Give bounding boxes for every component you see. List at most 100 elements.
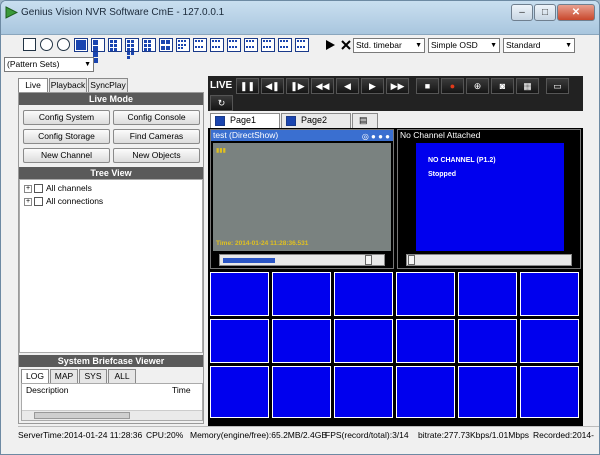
channel-cell[interactable] bbox=[210, 272, 269, 316]
channel-cell[interactable] bbox=[458, 319, 517, 363]
layout-6-icon[interactable] bbox=[108, 38, 122, 52]
info-icon[interactable] bbox=[40, 38, 53, 51]
column-header-description[interactable]: Description bbox=[26, 385, 69, 395]
camera-1-slider[interactable] bbox=[219, 254, 385, 266]
column-header-time[interactable]: Time bbox=[172, 385, 191, 395]
tab-map[interactable]: MAP bbox=[50, 369, 78, 383]
scrollbar-thumb[interactable] bbox=[34, 412, 130, 419]
layout-16-icon[interactable] bbox=[176, 38, 190, 52]
layout-48-icon[interactable] bbox=[261, 38, 275, 52]
camera-2-slider[interactable] bbox=[406, 254, 572, 266]
channel-cell[interactable] bbox=[272, 272, 331, 316]
expand-icon[interactable]: + bbox=[24, 197, 32, 206]
camera-status-icons[interactable]: ◎ ● ● ● bbox=[362, 131, 390, 142]
pause-icon[interactable]: ❚❚ bbox=[236, 78, 259, 94]
channel-cell[interactable] bbox=[272, 319, 331, 363]
channel-cell[interactable] bbox=[396, 366, 455, 418]
camera-title-bar: No Channel Attached bbox=[398, 130, 580, 141]
help-icon[interactable] bbox=[57, 38, 70, 51]
tab-all[interactable]: ALL bbox=[108, 369, 136, 383]
layout-9-icon[interactable] bbox=[125, 38, 139, 59]
new-page-tab[interactable]: ▤ bbox=[352, 113, 378, 128]
page-tabs: Page1 Page2 ▤ bbox=[208, 111, 583, 128]
settings-icon[interactable]: ▭ bbox=[546, 78, 569, 94]
layout-36-icon[interactable] bbox=[244, 38, 258, 52]
tab-page2[interactable]: Page2 bbox=[281, 113, 351, 128]
config-storage-button[interactable]: Config Storage bbox=[23, 129, 110, 144]
zoom-icon[interactable]: ⊕ bbox=[466, 78, 489, 94]
layout-20-icon[interactable] bbox=[193, 38, 207, 52]
reverse-play-icon[interactable]: ◀ bbox=[336, 78, 359, 94]
chevron-down-icon: ▼ bbox=[415, 42, 422, 49]
play-icon[interactable] bbox=[325, 40, 335, 50]
slider-handle[interactable] bbox=[408, 255, 415, 265]
tab-sys[interactable]: SYS bbox=[79, 369, 107, 383]
channel-cell[interactable] bbox=[396, 319, 455, 363]
layout-10-icon[interactable] bbox=[142, 38, 156, 52]
tab-page1[interactable]: Page1 bbox=[210, 113, 280, 128]
tree-view-header: Tree View bbox=[19, 167, 203, 179]
channel-cell[interactable] bbox=[334, 366, 393, 418]
channel-cell[interactable] bbox=[520, 272, 579, 316]
stop-x-icon[interactable] bbox=[341, 40, 351, 50]
app-window: Genius Vision NVR Software CmE - 127.0.0… bbox=[0, 0, 600, 455]
step-back-icon[interactable]: ◀❚ bbox=[261, 78, 284, 94]
maximize-button[interactable]: □ bbox=[534, 4, 556, 21]
camera-video[interactable]: ▮▮▮ Time: 2014-01-24 11:28:36.531 bbox=[213, 143, 391, 251]
camera-view-1[interactable]: test (DirectShow) ◎ ● ● ● ▮▮▮ Time: 2014… bbox=[210, 129, 394, 269]
layout-25-icon[interactable] bbox=[210, 38, 224, 52]
channel-cell[interactable] bbox=[520, 319, 579, 363]
find-cameras-button[interactable]: Find Cameras bbox=[113, 129, 200, 144]
new-objects-button[interactable]: New Objects bbox=[113, 148, 200, 163]
close-button[interactable]: ✕ bbox=[557, 4, 595, 21]
playback-controls: LIVE ❚❚ ◀❚ ❚▶ ◀◀ ◀ ▶ ▶▶ ■ ● ⊕ ◙ ▦ ▭ ↻ bbox=[208, 76, 583, 111]
person-icon[interactable] bbox=[23, 38, 36, 51]
layout-64-icon[interactable] bbox=[278, 38, 292, 52]
channel-cell[interactable] bbox=[334, 319, 393, 363]
pattern-select[interactable]: (Pattern Sets) ▼ bbox=[4, 57, 94, 72]
rewind-icon[interactable]: ◀◀ bbox=[311, 78, 334, 94]
live-mode-header: Live Mode bbox=[19, 93, 203, 105]
expand-icon[interactable]: + bbox=[24, 184, 32, 193]
layout-13-icon[interactable] bbox=[159, 38, 173, 52]
minimize-button[interactable]: – bbox=[511, 4, 533, 21]
channel-cell[interactable] bbox=[272, 366, 331, 418]
tab-playback[interactable]: Playback bbox=[49, 78, 87, 93]
layout-custom-icon[interactable] bbox=[295, 38, 309, 52]
config-system-button[interactable]: Config System bbox=[23, 110, 110, 125]
mode-select[interactable]: Standard ▼ bbox=[503, 38, 575, 53]
new-channel-button[interactable]: New Channel bbox=[23, 148, 110, 163]
channel-cell[interactable] bbox=[210, 319, 269, 363]
channel-cell[interactable] bbox=[458, 272, 517, 316]
channel-cell[interactable] bbox=[334, 272, 393, 316]
mode-value: Standard bbox=[506, 40, 541, 50]
tree-item-all-channels[interactable]: + All channels bbox=[24, 182, 92, 194]
snapshot-icon[interactable]: ◙ bbox=[491, 78, 514, 94]
channel-cell[interactable] bbox=[396, 272, 455, 316]
fast-forward-icon[interactable]: ▶▶ bbox=[386, 78, 409, 94]
tab-log[interactable]: LOG bbox=[21, 369, 49, 383]
timebar-select[interactable]: Std. timebar ▼ bbox=[353, 38, 425, 53]
forward-play-icon[interactable]: ▶ bbox=[361, 78, 384, 94]
step-forward-icon[interactable]: ❚▶ bbox=[286, 78, 309, 94]
chevron-down-icon: ▼ bbox=[84, 61, 91, 68]
record-icon[interactable]: ● bbox=[441, 78, 464, 94]
channel-cell[interactable] bbox=[520, 366, 579, 418]
layout-4-icon[interactable] bbox=[91, 38, 105, 63]
refresh-icon[interactable]: ↻ bbox=[210, 95, 233, 111]
layout-1-icon[interactable] bbox=[74, 38, 88, 52]
slider-handle[interactable] bbox=[365, 255, 372, 265]
stop-icon[interactable]: ■ bbox=[416, 78, 439, 94]
folder-icon bbox=[34, 197, 43, 207]
camera-view-2[interactable]: No Channel Attached NO CHANNEL (P1.2) St… bbox=[397, 129, 581, 269]
channel-cell[interactable] bbox=[458, 366, 517, 418]
channel-cell[interactable] bbox=[210, 366, 269, 418]
tree-item-all-connections[interactable]: + All connections bbox=[24, 195, 103, 207]
camera-title: No Channel Attached bbox=[400, 130, 481, 140]
config-console-button[interactable]: Config Console bbox=[113, 110, 200, 125]
osd-select[interactable]: Simple OSD ▼ bbox=[428, 38, 500, 53]
tab-syncplay[interactable]: SyncPlay bbox=[88, 78, 128, 93]
grid-icon[interactable]: ▦ bbox=[516, 78, 539, 94]
layout-32-icon[interactable] bbox=[227, 38, 241, 52]
horizontal-scrollbar[interactable] bbox=[22, 410, 202, 420]
